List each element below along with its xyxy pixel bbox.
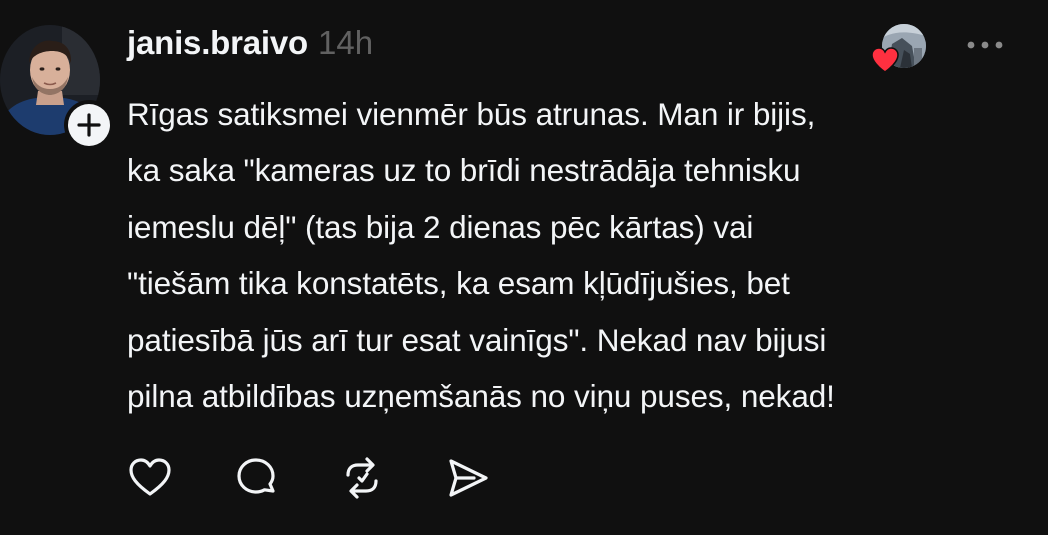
share-button[interactable]	[442, 452, 494, 504]
thread-post: janis.braivo 14h Rīgas satiksmei vienmēr…	[0, 0, 1048, 535]
follow-button[interactable]	[64, 100, 114, 150]
ellipsis-icon	[967, 41, 1003, 49]
repost-button[interactable]	[336, 452, 388, 504]
author-avatar-container	[0, 20, 114, 150]
follow-badge-circle	[68, 104, 110, 146]
post-header: janis.braivo 14h	[127, 24, 373, 70]
author-username[interactable]: janis.braivo	[127, 24, 308, 62]
plus-icon	[77, 113, 101, 137]
post-action-bar	[124, 450, 548, 506]
more-options-button[interactable]	[960, 30, 1010, 60]
post-body-text: Rīgas satiksmei vienmēr būs atrunas. Man…	[127, 96, 835, 415]
like-button[interactable]	[124, 452, 176, 504]
reply-preview-avatars[interactable]	[870, 20, 932, 74]
repost-icon	[346, 457, 378, 499]
heart-icon	[871, 47, 899, 73]
send-icon	[449, 459, 488, 497]
reply-heart-badge	[870, 45, 900, 75]
heart-outline-icon	[129, 458, 171, 496]
comment-button[interactable]	[230, 452, 282, 504]
comment-icon	[237, 458, 275, 494]
post-timestamp: 14h	[318, 24, 374, 61]
